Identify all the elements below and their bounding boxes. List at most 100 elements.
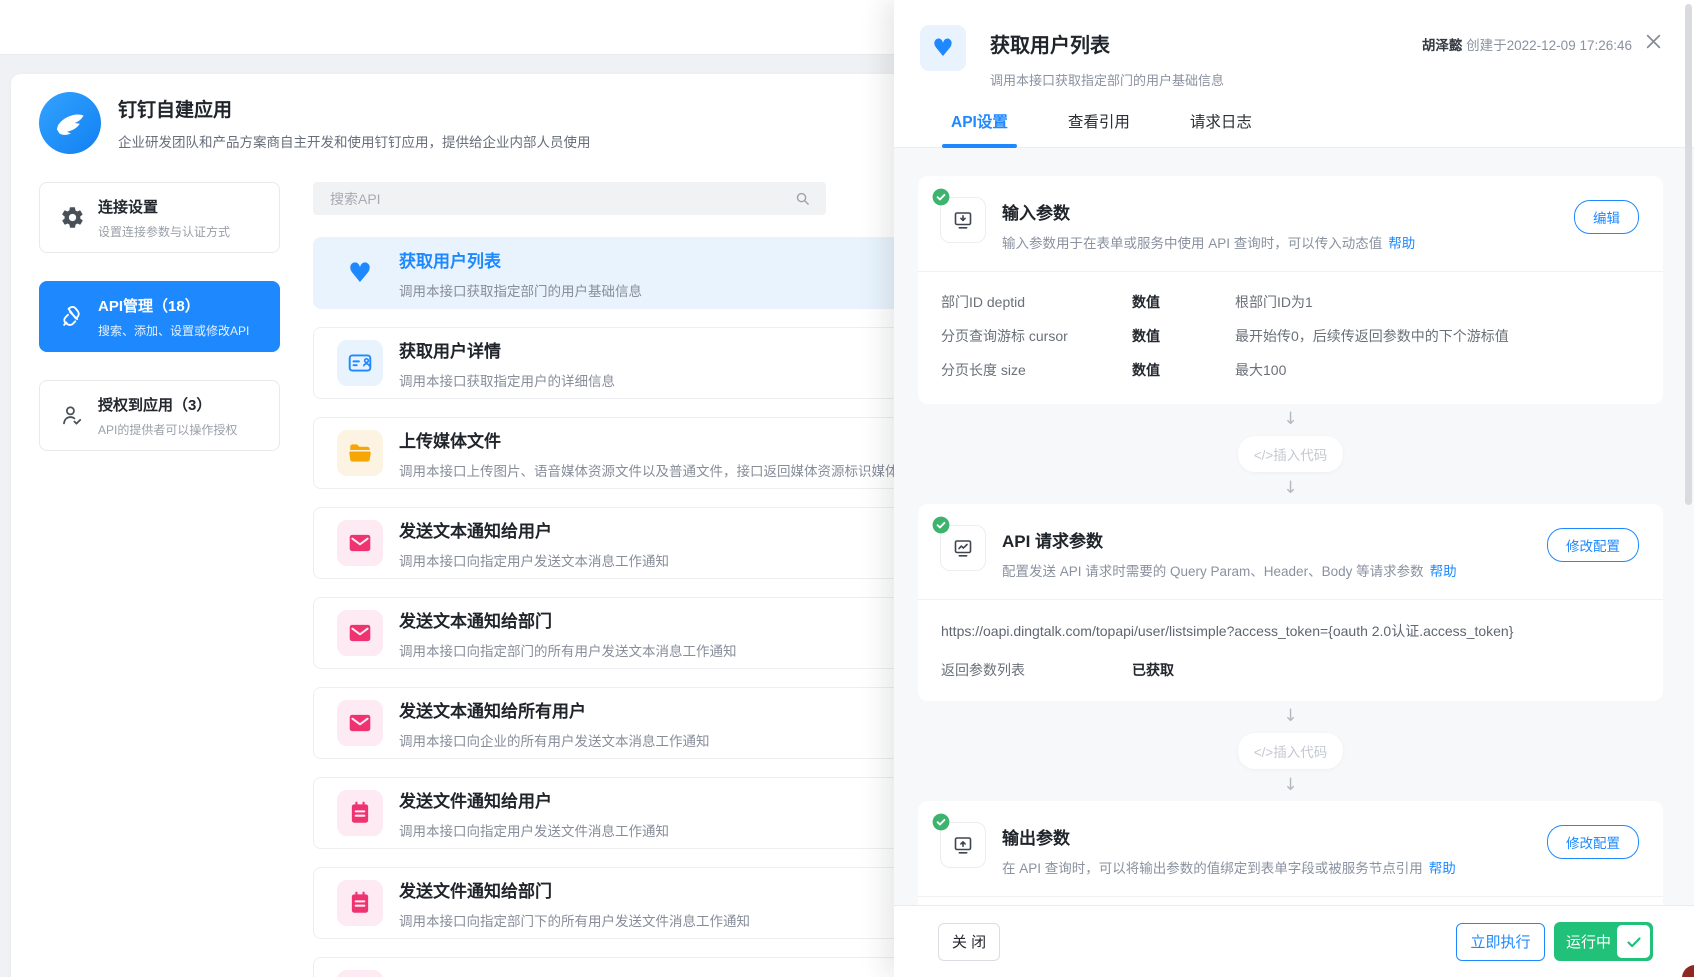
list-item-title: 发送文件通知给部门 [399, 877, 750, 902]
list-item[interactable]: 发送文本通知给用户 调用本接口向指定用户发送文本消息工作通知 [313, 507, 894, 579]
drawer-tabs: API设置 查看引用 请求日志 [894, 96, 1694, 148]
edit-button[interactable]: 编辑 [1574, 200, 1639, 234]
sidebar-item-label: API管理（18） [98, 295, 249, 316]
close-icon[interactable] [1642, 30, 1664, 52]
tab-request-logs[interactable]: 请求日志 [1190, 110, 1252, 148]
folder-icon [337, 430, 383, 476]
creator-meta: 胡泽懿 创建于2022-12-09 17:26:46 [1422, 34, 1632, 54]
creator-name: 胡泽懿 [1422, 38, 1463, 53]
heart-icon: ♥ [337, 250, 383, 296]
sidebar-item-api-management[interactable]: API管理（18） 搜索、添加、设置或修改API [39, 281, 280, 352]
modify-config-button[interactable]: 修改配置 [1547, 528, 1639, 562]
list-item[interactable]: ♥ 获取用户列表 调用本接口获取指定部门的用户基础信息 [313, 237, 894, 309]
modify-config-button[interactable]: 修改配置 [1547, 825, 1639, 859]
list-item[interactable]: 发送文件通知给用户 调用本接口向指定用户发送文件消息工作通知 [313, 777, 894, 849]
list-item[interactable]: 发送文本通知给部门 调用本接口向指定部门的所有用户发送文本消息工作通知 [313, 597, 894, 669]
param-type: 数值 [1132, 292, 1235, 312]
app-title: 钉钉自建应用 [118, 95, 591, 122]
api-detail-drawer: ♥ 获取用户列表 调用本接口获取指定部门的用户基础信息 胡泽懿 创建于2022-… [894, 0, 1694, 977]
list-item[interactable]: 获取用户详情 调用本接口获取指定用户的详细信息 [313, 327, 894, 399]
param-row: 分页长度 size 数值 最大100 [918, 353, 1663, 387]
flow-connector: ↓ </>插入代码 ↓ [918, 701, 1663, 801]
success-check-badge [932, 516, 950, 539]
drawer-body: 输入参数 输入参数用于在表单或服务中使用 API 查询时，可以传入动态值帮助 编… [894, 148, 1694, 905]
list-item-desc: 调用本接口上传图片、语音媒体资源文件以及普通文件，接口返回媒体资源标识媒体ID [399, 460, 894, 480]
section-title: 输入参数 [1002, 199, 1415, 224]
mail-icon [337, 700, 383, 746]
api-list: ♥ 获取用户列表 调用本接口获取指定部门的用户基础信息 获取用户详情 [313, 182, 894, 977]
app-header: 钉钉自建应用 企业研发团队和产品方案商自主开发和使用钉钉应用，提供给企业内部人员… [39, 92, 591, 154]
param-label: 分页查询游标 cursor [941, 326, 1132, 346]
sidebar-item-authorized-apps[interactable]: 授权到应用（3） API的提供者可以操作授权 [39, 380, 280, 451]
clipboard-icon [337, 970, 383, 977]
list-item-title: 发送文件通知给用户 [399, 787, 669, 812]
list-item-desc: 调用本接口向指定用户发送文本消息工作通知 [399, 550, 669, 570]
gear-icon [58, 205, 86, 230]
running-toggle[interactable]: 运行中 [1554, 922, 1653, 961]
clipboard-icon [337, 880, 383, 926]
main-page: 钉钉自建应用 企业研发团队和产品方案商自主开发和使用钉钉应用，提供给企业内部人员… [0, 0, 894, 977]
execute-now-button[interactable]: 立即执行 [1456, 923, 1545, 961]
toggle-check-icon [1617, 925, 1650, 958]
list-item[interactable]: 上传媒体文件 调用本接口上传图片、语音媒体资源文件以及普通文件，接口返回媒体资源… [313, 417, 894, 489]
drawer-header: ♥ 获取用户列表 调用本接口获取指定部门的用户基础信息 胡泽懿 创建于2022-… [894, 0, 1694, 96]
param-desc: 最大100 [1235, 360, 1286, 380]
list-item[interactable]: 发送文件通知给部门 调用本接口向指定部门下的所有用户发送文件消息工作通知 [313, 867, 894, 939]
section-title: 输出参数 [1002, 824, 1456, 849]
insert-code-button[interactable]: </>插入代码 [1238, 733, 1344, 769]
return-params-row: 返回参数列表 已获取 [918, 641, 1663, 701]
success-check-badge [932, 813, 950, 836]
flow-connector: ↓ </>插入代码 ↓ [918, 404, 1663, 504]
output-params-card: 输出参数 在 API 查询时，可以将输出参数的值绑定到表单字段或被服务节点引用帮… [918, 801, 1663, 905]
api-plug-icon [58, 304, 86, 329]
param-label: 分页长度 size [941, 360, 1132, 380]
sidebar-item-connection-settings[interactable]: 连接设置 设置连接参数与认证方式 [39, 182, 280, 253]
sidebar-item-label: 连接设置 [98, 196, 230, 217]
running-label: 运行中 [1566, 931, 1611, 952]
help-link[interactable]: 帮助 [1388, 236, 1415, 251]
dingtalk-wing-icon [52, 105, 88, 141]
list-item-title: 发送文本通知给部门 [399, 607, 737, 632]
search-input[interactable] [313, 182, 826, 215]
sidebar-item-sublabel: 设置连接参数与认证方式 [98, 223, 230, 240]
param-desc: 根部门ID为1 [1235, 292, 1313, 312]
arrow-down-icon: ↓ [1283, 409, 1297, 429]
mail-icon [337, 610, 383, 656]
insert-code-button[interactable]: </>插入代码 [1238, 436, 1344, 472]
list-item-title: 获取用户列表 [399, 247, 642, 272]
input-params-card: 输入参数 输入参数用于在表单或服务中使用 API 查询时，可以传入动态值帮助 编… [918, 176, 1663, 404]
sidebar-item-sublabel: 搜索、添加、设置或修改API [98, 322, 249, 339]
arrow-down-icon: ↓ [1283, 775, 1297, 795]
sidebar-item-label: 授权到应用（3） [98, 394, 237, 415]
list-item-title: 发送文本通知给所有用户 [399, 697, 710, 722]
app-card: 钉钉自建应用 企业研发团队和产品方案商自主开发和使用钉钉应用，提供给企业内部人员… [11, 74, 894, 977]
return-params-label: 返回参数列表 [941, 660, 1132, 680]
param-type: 数值 [1132, 326, 1235, 346]
dingtalk-logo [39, 92, 101, 154]
tab-api-settings[interactable]: API设置 [951, 110, 1008, 148]
list-item-desc: 调用本接口获取指定部门的用户基础信息 [399, 280, 642, 300]
return-params-value: 已获取 [1132, 660, 1174, 680]
drawer-title: 获取用户列表 [990, 29, 1224, 58]
list-item[interactable]: 发送文本通知给所有用户 调用本接口向企业的所有用户发送文本消息工作通知 [313, 687, 894, 759]
page: 钉钉自建应用 企业研发团队和产品方案商自主开发和使用钉钉应用，提供给企业内部人员… [0, 0, 1694, 977]
section-title: API 请求参数 [1002, 527, 1457, 552]
arrow-down-icon: ↓ [1283, 478, 1297, 498]
help-link[interactable]: 帮助 [1430, 564, 1457, 579]
list-item-desc: 调用本接口向指定用户发送文件消息工作通知 [399, 820, 669, 840]
help-link[interactable]: 帮助 [1429, 861, 1456, 876]
list-item-desc: 调用本接口向企业的所有用户发送文本消息工作通知 [399, 730, 710, 750]
tab-view-references[interactable]: 查看引用 [1068, 110, 1130, 148]
sidebar: 连接设置 设置连接参数与认证方式 API管理（18） 搜索、添加、设置或修改AP… [39, 182, 280, 479]
section-desc: 配置发送 API 请求时需要的 Query Param、Header、Body … [1002, 564, 1424, 579]
request-url: https://oapi.dingtalk.com/topapi/user/li… [918, 600, 1663, 641]
clipboard-icon [337, 790, 383, 836]
close-button[interactable]: 关 闭 [938, 923, 1000, 961]
arrow-down-icon: ↓ [1283, 706, 1297, 726]
person-check-icon [58, 403, 86, 428]
list-item-title: 获取用户详情 [399, 337, 615, 362]
list-item[interactable]: 发送文件通知给所有用户 [313, 957, 894, 977]
api-search [313, 182, 826, 215]
scrollbar-thumb[interactable] [1685, 4, 1692, 505]
app-subtitle: 企业研发团队和产品方案商自主开发和使用钉钉应用，提供给企业内部人员使用 [118, 131, 591, 151]
